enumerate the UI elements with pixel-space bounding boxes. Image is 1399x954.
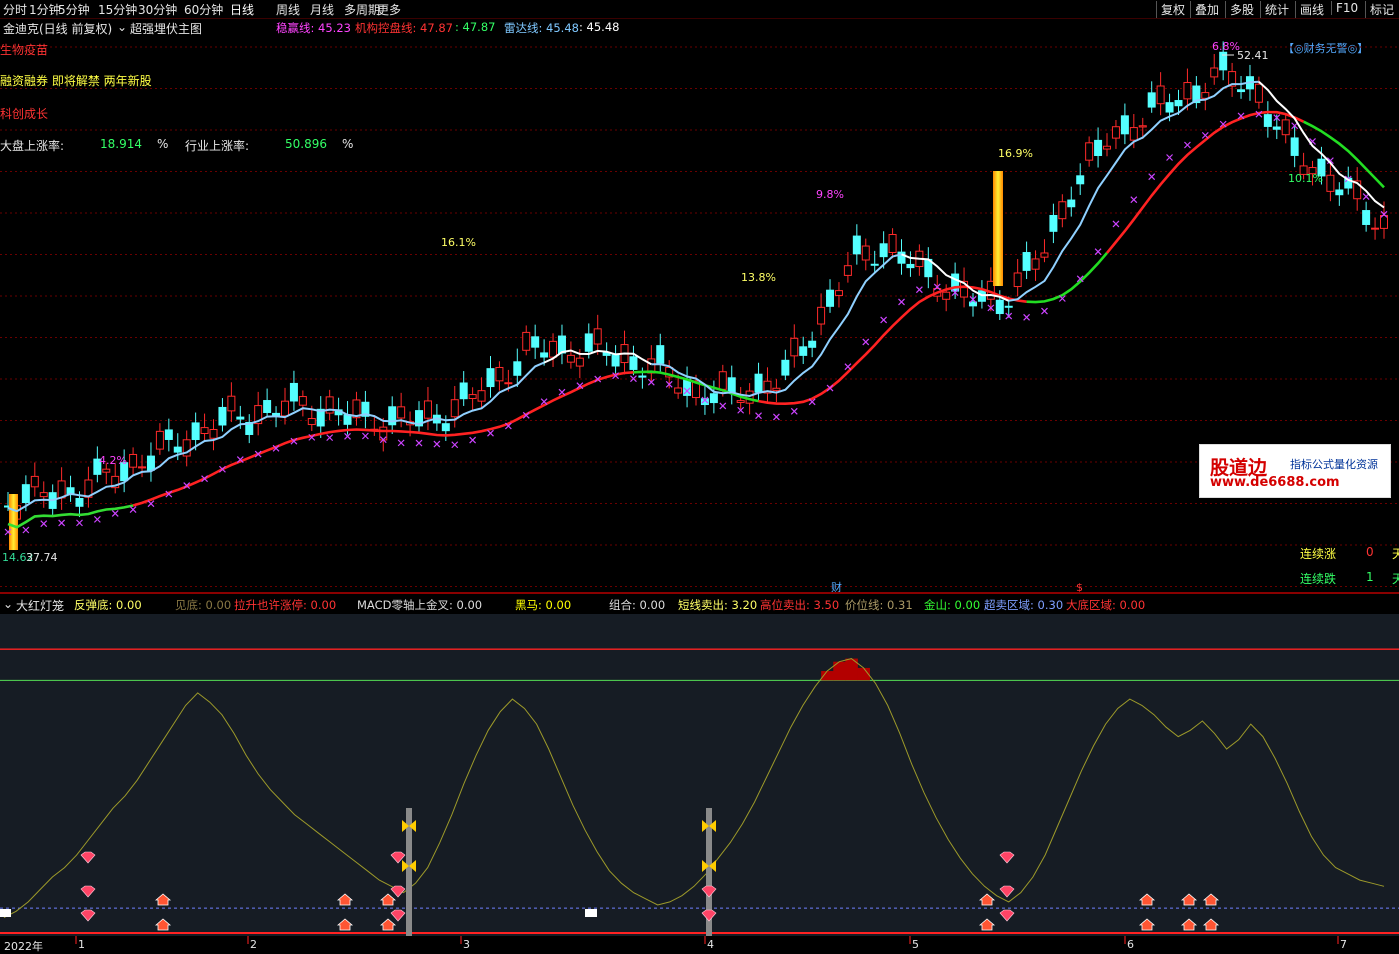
x-axis-month: 6: [1127, 938, 1134, 951]
white-block: [585, 909, 597, 917]
x-axis-month: 1: [78, 938, 85, 951]
x-axis-month: 2: [250, 938, 257, 951]
oscillator-background: [0, 614, 1399, 936]
x-axis-month: 4: [707, 938, 714, 951]
white-block: [0, 909, 11, 917]
x-axis-month: 3: [463, 938, 470, 951]
oscillator-chart: [0, 614, 1399, 944]
x-axis-year: 2022年: [4, 940, 43, 953]
x-axis-month: 7: [1340, 938, 1347, 951]
x-axis-month: 5: [912, 938, 919, 951]
